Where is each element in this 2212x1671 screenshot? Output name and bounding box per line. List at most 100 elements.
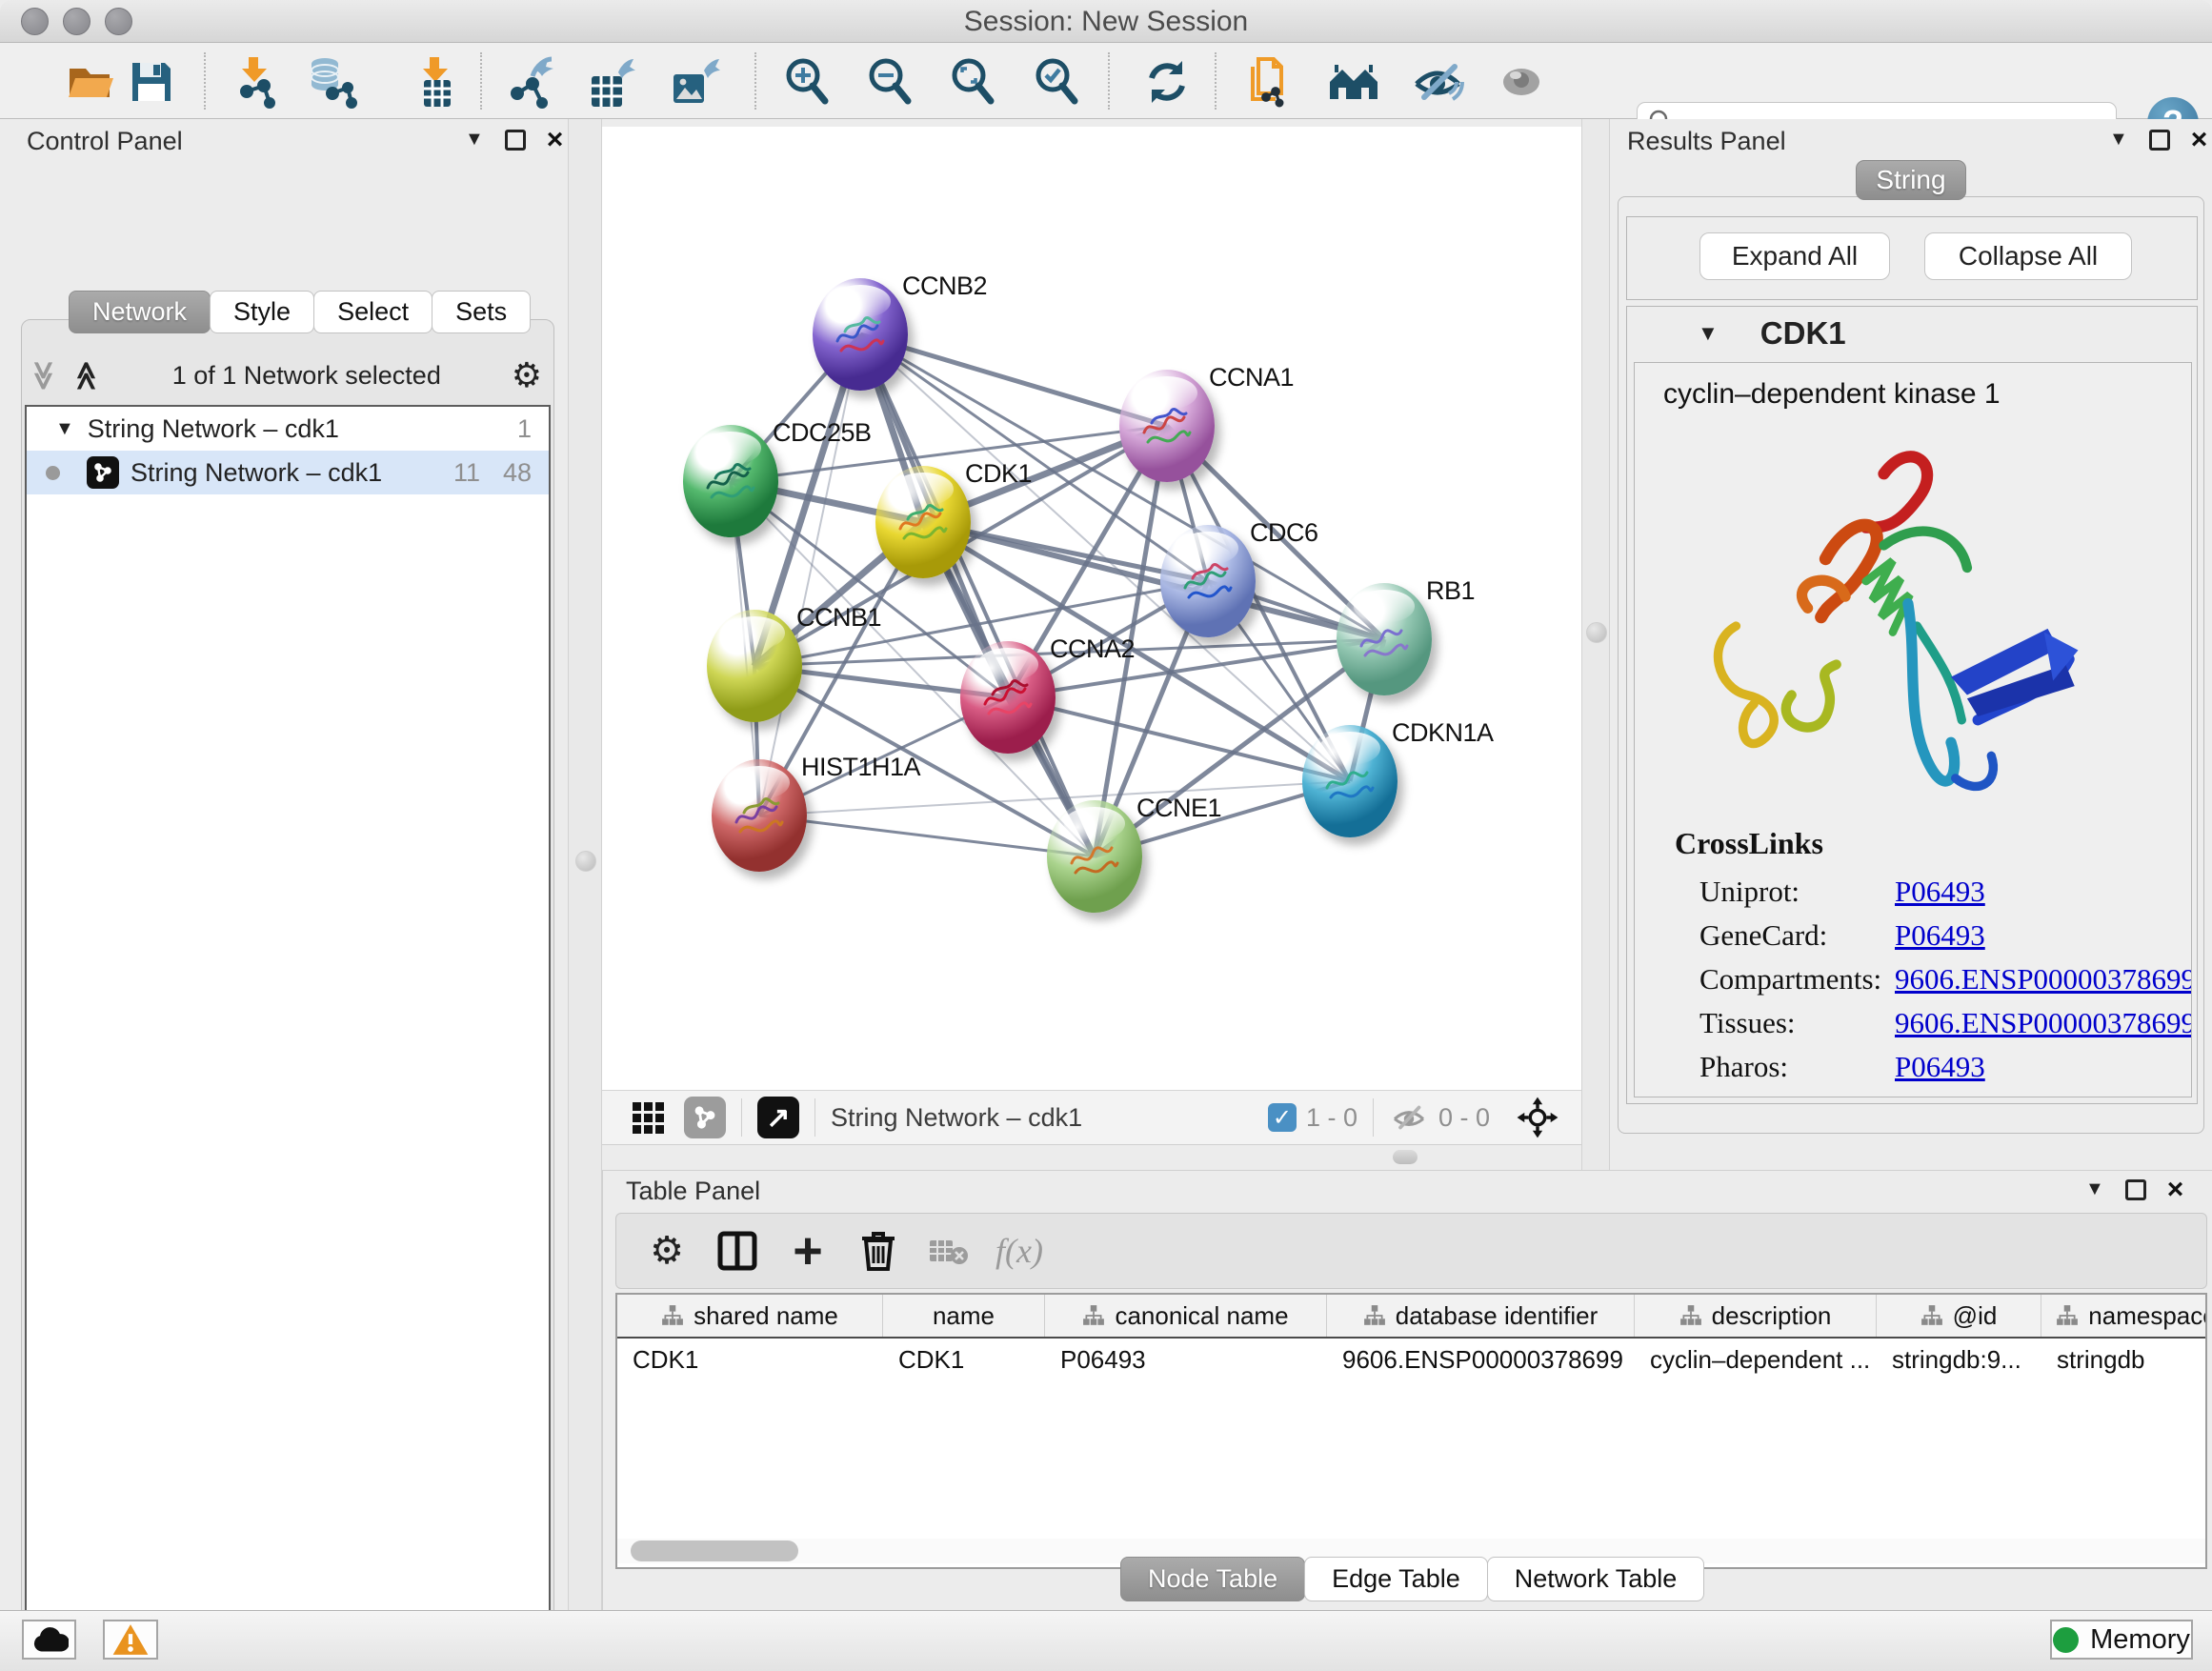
import-network-database-icon[interactable] (305, 54, 360, 110)
tab-style[interactable]: Style (210, 291, 314, 333)
selected-checkbox-icon[interactable]: ✓ (1268, 1103, 1297, 1132)
node-label-RB1: RB1 (1426, 576, 1475, 606)
table-hscrollbar-thumb[interactable] (631, 1540, 798, 1561)
network-canvas[interactable]: CCNB2CCNA1CDC25BCDK1CDC6RB1CCNB1CCNA2CDK… (602, 127, 1581, 1090)
options-gear-icon[interactable]: ⚙ (512, 355, 542, 395)
table-float-icon[interactable] (2125, 1179, 2146, 1200)
pan-crosshair-icon[interactable] (1515, 1095, 1560, 1140)
cell-shared-name[interactable]: CDK1 (617, 1339, 883, 1380)
network-collection-row[interactable]: ▼ String Network – cdk1 1 (27, 407, 549, 451)
cell-namespace[interactable]: stringdb (2041, 1339, 2207, 1380)
gene-description: cyclin–dependent kinase 1 (1663, 378, 2001, 411)
export-network-icon[interactable] (503, 54, 558, 110)
network-node-CDC25B[interactable] (683, 425, 778, 537)
delete-column-icon[interactable] (843, 1222, 914, 1279)
gene-collapse-icon[interactable]: ▼ (1698, 321, 1719, 346)
collapse-all-button[interactable]: Collapse All (1924, 232, 2132, 280)
open-session-icon[interactable] (63, 54, 118, 110)
network-node-CDK1[interactable] (875, 466, 971, 578)
crosslink-compartments[interactable]: 9606.ENSP00000378699 (1895, 962, 2192, 997)
panel-menu-icon[interactable]: ▼ (465, 129, 484, 151)
expand-collapse-box: Expand All Collapse All (1626, 216, 2198, 300)
collapse-all-icon[interactable]: ≫ (27, 360, 60, 390)
tab-string[interactable]: String (1856, 160, 1966, 200)
network-node-CCNA2[interactable] (960, 641, 1056, 754)
right-splitter-handle[interactable] (1586, 622, 1607, 643)
expand-all-button[interactable]: Expand All (1699, 232, 1890, 280)
network-node-HIST1H1A[interactable] (712, 759, 807, 872)
results-float-icon[interactable] (2149, 130, 2170, 151)
network-node-CCNE1[interactable] (1047, 800, 1142, 913)
first-neighbors-icon[interactable] (1326, 54, 1381, 110)
cell--id[interactable]: stringdb:9... (1877, 1339, 2041, 1380)
split-columns-icon[interactable] (702, 1222, 773, 1279)
network-node-CCNB2[interactable] (813, 278, 908, 391)
network-node-CCNA1[interactable] (1119, 370, 1215, 482)
network-node-CDC6[interactable] (1160, 525, 1256, 637)
save-session-icon[interactable] (124, 54, 179, 110)
column-header-name[interactable]: name (883, 1295, 1045, 1337)
tab-node-table[interactable]: Node Table (1120, 1557, 1305, 1601)
import-table-icon[interactable] (408, 54, 463, 110)
crosslink-uniprot[interactable]: P06493 (1895, 875, 1985, 909)
crosslink-pharos[interactable]: P06493 (1895, 1050, 1985, 1084)
network-row-selected[interactable]: String Network – cdk1 11 48 (27, 451, 549, 494)
network-node-RB1[interactable] (1337, 583, 1432, 695)
network-edge[interactable] (759, 815, 1095, 856)
share-view-icon[interactable] (684, 1097, 726, 1138)
cell-name[interactable]: CDK1 (883, 1339, 1045, 1380)
table-row[interactable]: CDK1CDK1P064939606.ENSP00000378699cyclin… (617, 1339, 2205, 1380)
left-splitter[interactable] (568, 119, 602, 1610)
expand-all-icon[interactable]: ≪ (70, 360, 104, 390)
column-label: @id (1953, 1301, 1998, 1331)
memory-button[interactable]: Memory (2050, 1620, 2193, 1660)
collapse-triangle-icon[interactable]: ▼ (55, 418, 74, 440)
horizontal-splitter-handle[interactable] (1393, 1150, 1418, 1164)
fit-content-icon[interactable] (945, 54, 1000, 110)
export-table-icon[interactable] (583, 54, 638, 110)
column-header-description[interactable]: description (1635, 1295, 1877, 1337)
hide-selected-icon[interactable] (1410, 54, 1465, 110)
cell-description[interactable]: cyclin–dependent ... (1635, 1339, 1877, 1380)
clone-network-icon[interactable] (1240, 54, 1296, 110)
left-splitter-handle[interactable] (575, 851, 596, 872)
tab-network[interactable]: Network (69, 291, 211, 333)
results-menu-icon[interactable]: ▼ (2109, 129, 2128, 151)
table-gear-icon[interactable]: ⚙ (632, 1222, 702, 1279)
show-all-icon[interactable] (1494, 54, 1549, 110)
crosslink-tissues[interactable]: 9606.ENSP00000378699 (1895, 1006, 2192, 1040)
network-node-CDKN1A[interactable] (1302, 725, 1398, 837)
table-menu-icon[interactable]: ▼ (2085, 1178, 2104, 1200)
birdseye-icon[interactable]: ↗ (757, 1097, 799, 1138)
results-close-icon[interactable]: × (2191, 130, 2208, 151)
panel-close-icon[interactable]: × (547, 130, 564, 151)
tab-edge-table[interactable]: Edge Table (1304, 1557, 1488, 1601)
cell-canonical-name[interactable]: P06493 (1045, 1339, 1327, 1380)
tab-select[interactable]: Select (313, 291, 432, 333)
column-header-database-identifier[interactable]: database identifier (1327, 1295, 1635, 1337)
bottom-status-bar: Memory (0, 1610, 2212, 1671)
grid-view-icon[interactable] (629, 1098, 667, 1137)
tab-network-table[interactable]: Network Table (1487, 1557, 1705, 1601)
add-column-icon[interactable]: + (773, 1222, 843, 1279)
zoom-out-icon[interactable] (862, 54, 917, 110)
panel-float-icon[interactable] (505, 130, 526, 151)
column-header-canonical-name[interactable]: canonical name (1045, 1295, 1327, 1337)
zoom-selected-icon[interactable] (1029, 54, 1084, 110)
refresh-view-icon[interactable] (1139, 54, 1195, 110)
network-node-CCNB1[interactable] (707, 610, 802, 722)
column-header-namespace[interactable]: namespace (2041, 1295, 2207, 1337)
import-network-icon[interactable] (227, 54, 282, 110)
cell-database-identifier[interactable]: 9606.ENSP00000378699 (1327, 1339, 1635, 1380)
zoom-in-icon[interactable] (779, 54, 835, 110)
table-close-icon[interactable]: × (2167, 1179, 2184, 1200)
crosslink-genecard[interactable]: P06493 (1895, 918, 1985, 953)
column-header--id[interactable]: @id (1877, 1295, 2041, 1337)
right-splitter[interactable] (1581, 119, 1610, 1170)
tab-sets[interactable]: Sets (432, 291, 531, 333)
network-edge[interactable] (759, 334, 860, 815)
cloud-button[interactable] (22, 1620, 76, 1660)
export-image-icon[interactable] (667, 54, 722, 110)
column-header-shared-name[interactable]: shared name (617, 1295, 883, 1337)
warning-button[interactable] (103, 1620, 158, 1660)
